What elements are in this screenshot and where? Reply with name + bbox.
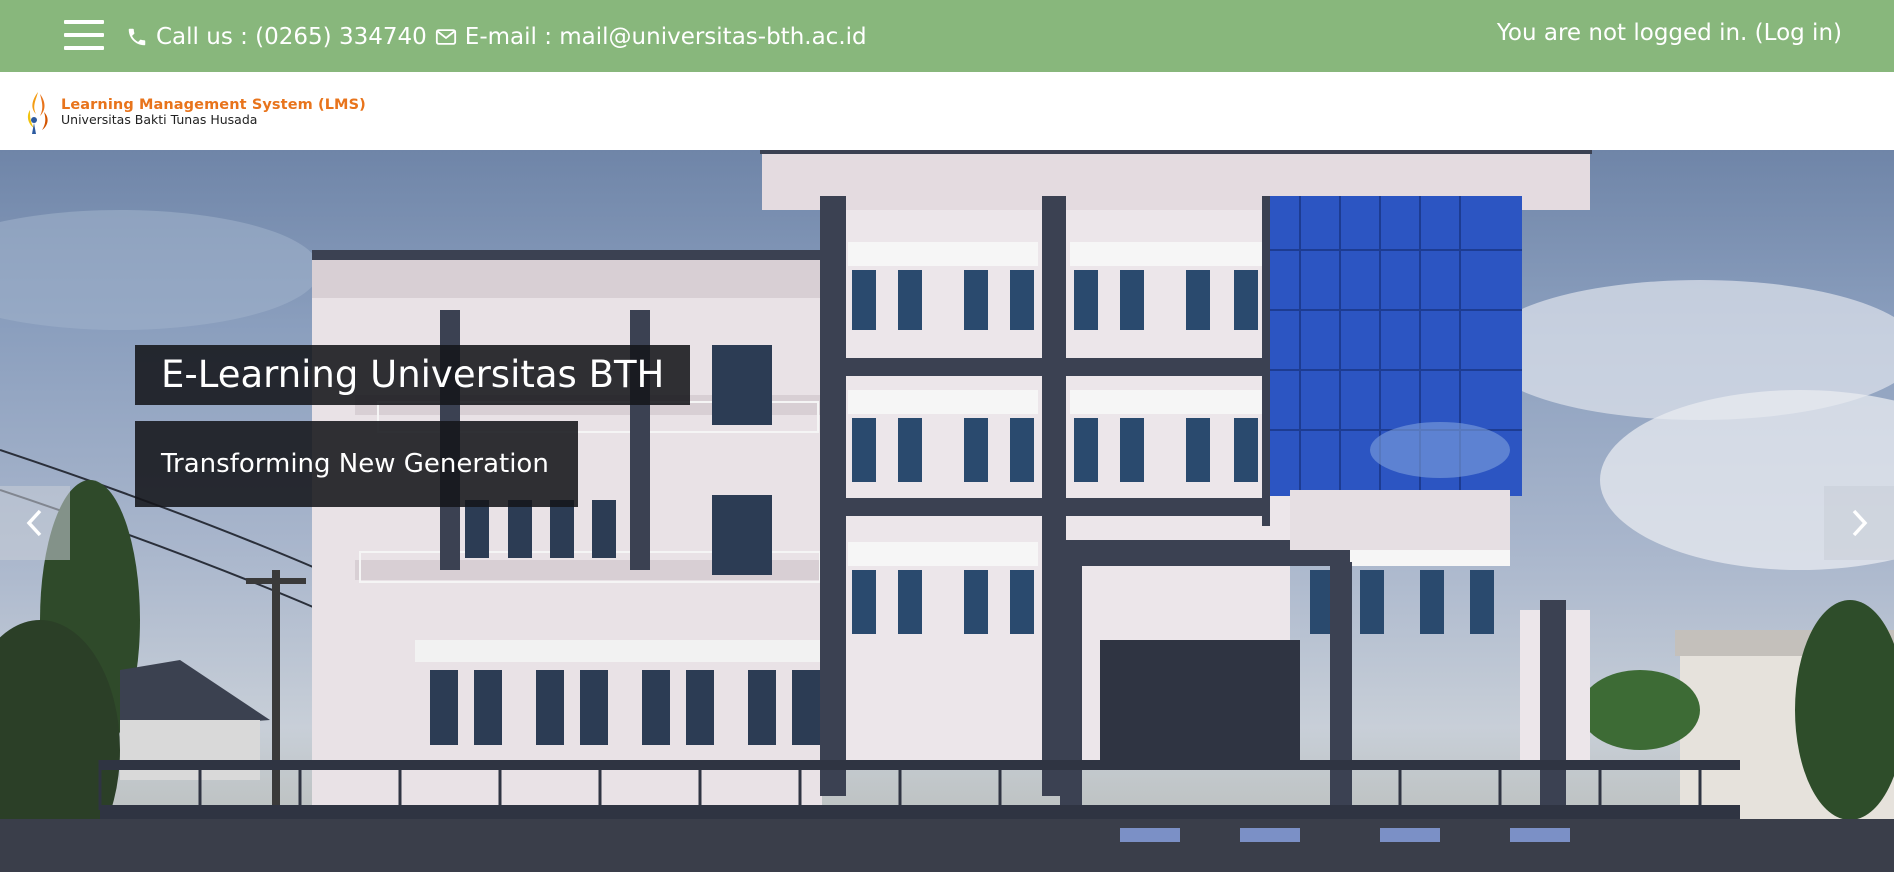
login-link[interactable]: Log in: [1764, 20, 1833, 46]
hero-slider: E-Learning Universitas BTH Transforming …: [0, 150, 1894, 872]
login-status-close: ): [1833, 20, 1842, 46]
hero-subtitle: Transforming New Generation: [135, 421, 578, 507]
chevron-left-icon: [26, 509, 42, 537]
login-status: You are not logged in. (Log in): [1497, 20, 1842, 46]
login-status-text: You are not logged in. (: [1496, 20, 1764, 46]
logo-text[interactable]: Learning Management System (LMS) Univers…: [61, 97, 366, 127]
top-bar: Call us : (0265) 334740 E-mail : mail@un…: [0, 0, 1894, 72]
hero-title: E-Learning Universitas BTH: [135, 345, 691, 405]
logo-title: Learning Management System (LMS): [61, 97, 366, 113]
email-text[interactable]: E-mail : mail@universitas-bth.ac.id: [465, 24, 867, 50]
phone-icon: [126, 26, 148, 48]
university-logo[interactable]: [20, 90, 56, 136]
site-header: Learning Management System (LMS) Univers…: [0, 72, 1894, 151]
logo-subtitle: Universitas Bakti Tunas Husada: [61, 112, 258, 127]
envelope-icon: [435, 26, 457, 48]
slider-prev-button[interactable]: [0, 486, 70, 560]
contact-info: Call us : (0265) 334740 E-mail : mail@un…: [126, 22, 867, 52]
chevron-right-icon: [1852, 509, 1868, 537]
campus-building-photo: [0, 150, 1894, 872]
slider-next-button[interactable]: [1824, 486, 1894, 560]
phone-text: Call us : (0265) 334740: [156, 24, 427, 50]
hamburger-menu-icon[interactable]: [64, 20, 104, 50]
